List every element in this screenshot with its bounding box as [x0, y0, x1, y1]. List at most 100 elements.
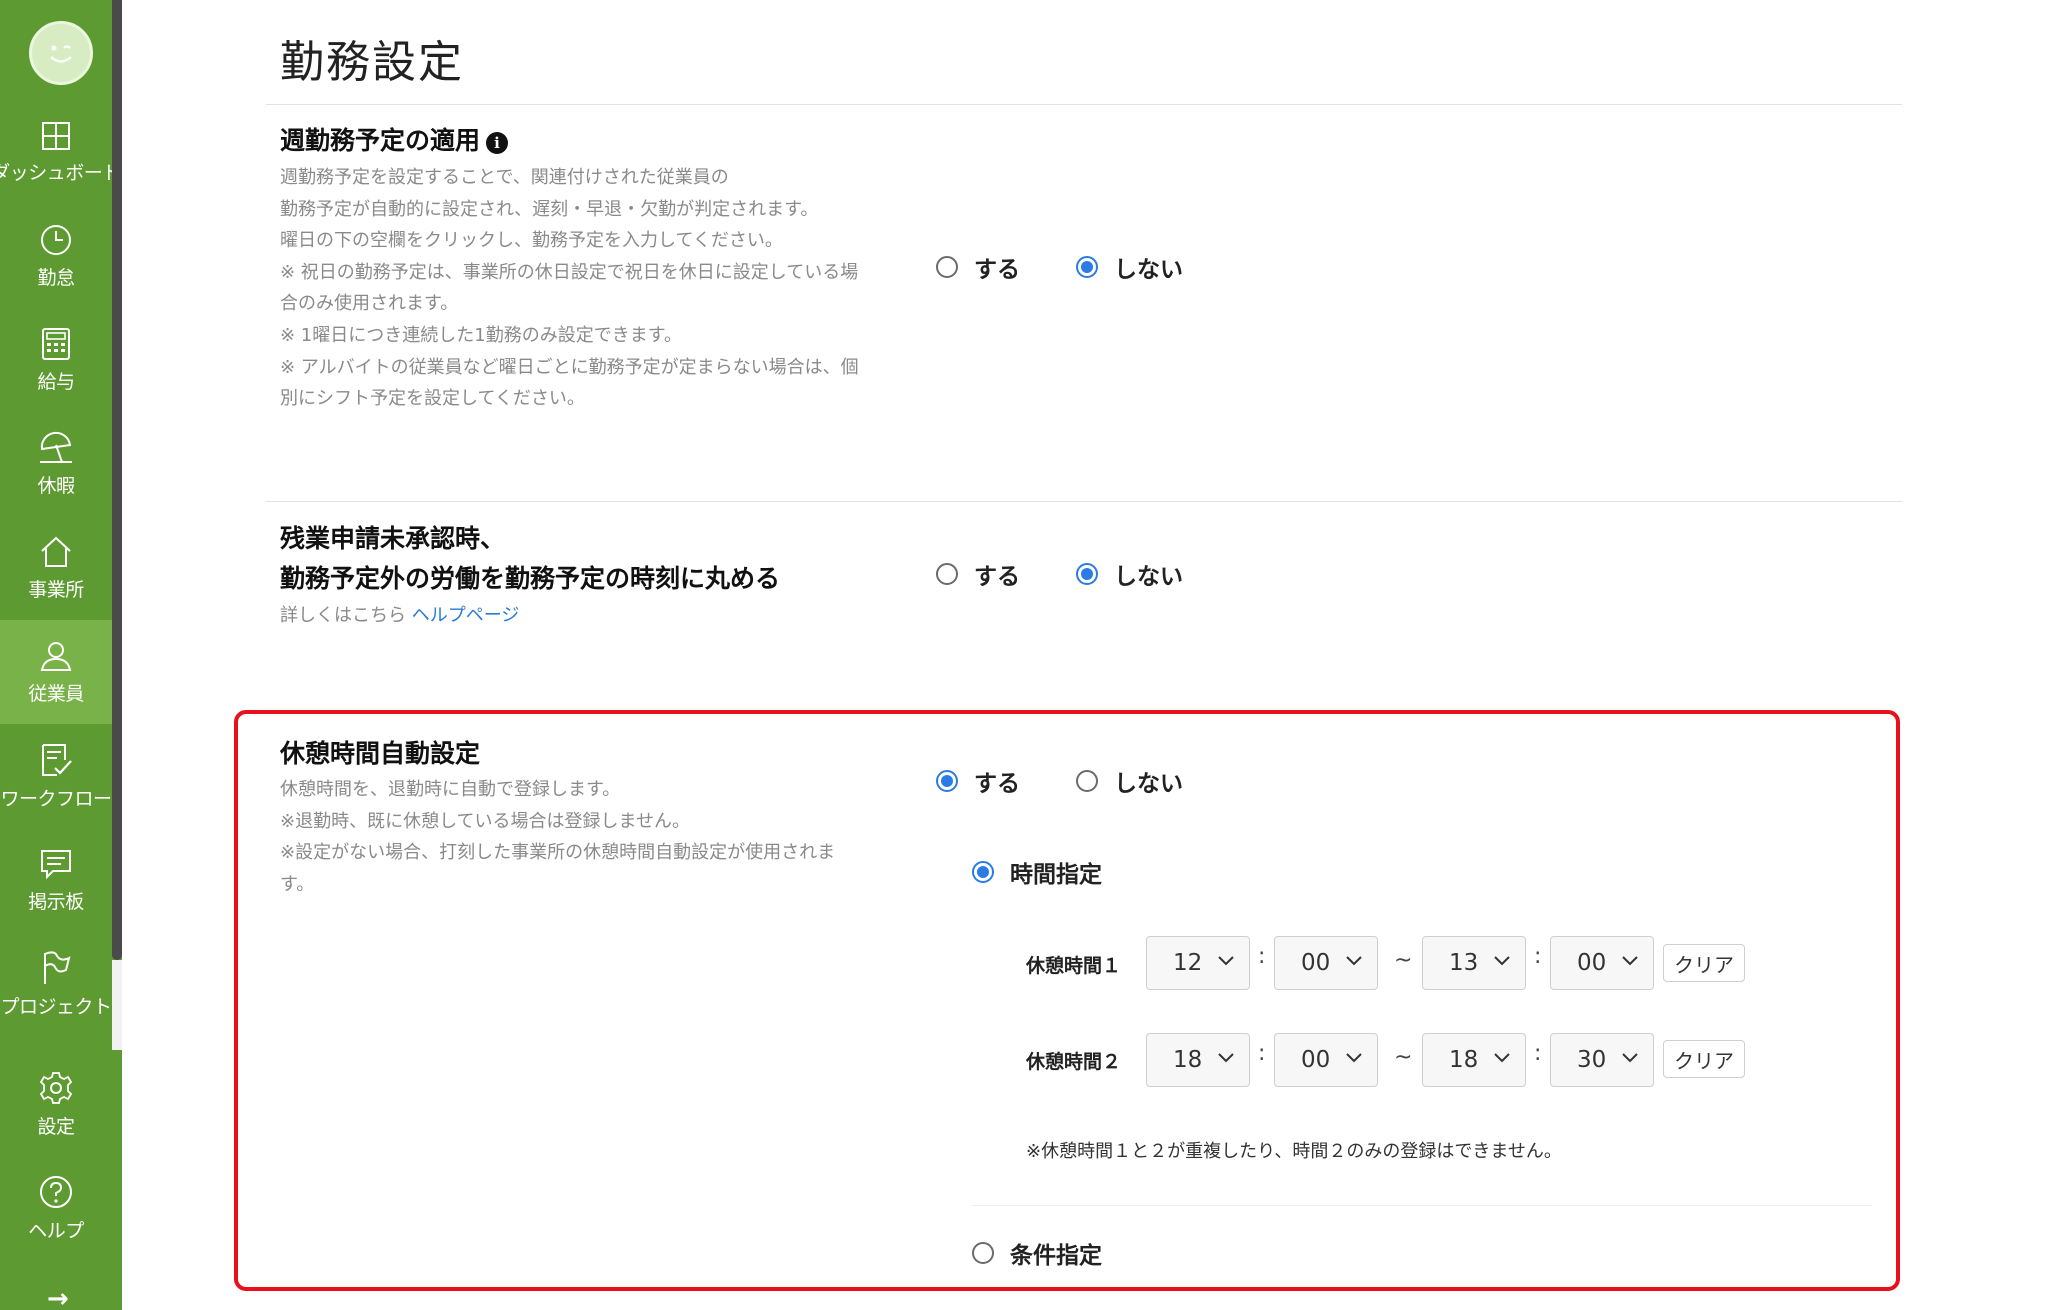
break-2-end-minute-select[interactable]: 30 [1550, 1033, 1654, 1087]
chevron-down-icon [1218, 956, 1234, 966]
radio-label: 時間指定 [1010, 862, 1102, 888]
radio-dot[interactable] [936, 256, 958, 278]
desc-line: ※退勤時、既に休憩している場合は登録しません。 [280, 810, 690, 832]
break-2-start-minute-select[interactable]: 00 [1274, 1033, 1378, 1087]
radio-dot[interactable] [936, 770, 958, 792]
expand-arrow-icon[interactable]: → [47, 1284, 69, 1310]
sidebar-item-attendance[interactable]: 勤怠 [0, 204, 112, 308]
sidebar-item-settings[interactable]: 設定 [0, 1052, 112, 1156]
radio-dot[interactable] [1076, 770, 1098, 792]
break-2-end-hour-select[interactable]: 18 [1422, 1033, 1526, 1087]
radio-dot[interactable] [972, 861, 994, 883]
break-1-clear-button[interactable]: クリア [1663, 944, 1745, 982]
select-value: 12 [1173, 950, 1203, 976]
avatar[interactable] [29, 21, 93, 85]
sidebar-item-label: 勤怠 [37, 266, 75, 289]
select-value: 00 [1577, 950, 1607, 976]
chat-icon [41, 849, 71, 879]
desc-line: す。 [280, 873, 315, 895]
sidebar-item-office[interactable]: 事業所 [0, 516, 112, 620]
radio-label: しない [1114, 771, 1183, 797]
chevron-down-icon [1494, 1053, 1510, 1063]
break-1-label: 休憩時間１ [1026, 955, 1122, 977]
colon-separator: : [1534, 944, 1542, 969]
condition-mode-radio[interactable]: 条件指定 [972, 1236, 1102, 1270]
smiley-icon [50, 45, 72, 63]
colon-separator: : [1258, 944, 1266, 969]
flag-icon [44, 950, 71, 984]
radio-label: しない [1114, 257, 1183, 283]
chevron-down-icon [1218, 1053, 1234, 1063]
select-value: 18 [1449, 1047, 1479, 1073]
break-1-start-hour-select[interactable]: 12 [1146, 936, 1250, 990]
person-icon [40, 641, 72, 671]
sidebar-item-label: プロジェクト [0, 995, 112, 1018]
select-value: 18 [1173, 1047, 1203, 1073]
chevron-down-icon [1494, 956, 1510, 966]
sidebar-item-vacation[interactable]: 休暇 [0, 412, 112, 516]
break-auto-title: 休憩時間自動設定 [280, 739, 481, 768]
break-1-end-hour-select[interactable]: 13 [1422, 936, 1526, 990]
break-2-label: 休憩時間２ [1026, 1051, 1122, 1073]
weekly-schedule-title: 週勤務予定の適用 i [280, 121, 509, 161]
sidebar-item-project[interactable]: プロジェクト [0, 932, 112, 1036]
beach-umbrella-icon [40, 431, 72, 463]
sidebar-item-label: 従業員 [28, 682, 84, 705]
weekly-schedule-description: 週勤務予定を設定することで、関連付けされた従業員の 勤務予定が自動的に設定され、… [280, 162, 920, 415]
desc-line: 勤務予定が自動的に設定され、遅刻・早退・欠勤が判定されます。 [280, 198, 819, 220]
home-icon [41, 536, 71, 567]
weekly-schedule-no-radio[interactable]: しない [1076, 250, 1183, 284]
calculator-icon [42, 327, 70, 360]
overtime-no-radio[interactable]: しない [1076, 557, 1183, 591]
radio-label: する [974, 771, 1020, 797]
break-2-start-hour-select[interactable]: 18 [1146, 1033, 1250, 1087]
radio-dot[interactable] [1076, 563, 1098, 585]
sidebar-scrollbar[interactable] [112, 0, 122, 960]
desc-line: 別にシフト予定を設定してください。 [280, 388, 585, 410]
break-2-clear-button[interactable]: クリア [1663, 1040, 1745, 1078]
gear-icon [39, 1071, 73, 1104]
radio-dot[interactable] [936, 563, 958, 585]
page-title: 勤務設定 [280, 37, 464, 88]
desc-line: ※ 1曜日につき連続した1勤務のみ設定できます。 [280, 324, 682, 346]
chevron-down-icon [1346, 1053, 1362, 1063]
desc-line: 休憩時間を、退勤時に自動で登録します。 [280, 779, 621, 800]
select-value: 30 [1577, 1047, 1607, 1073]
overtime-yes-radio[interactable]: する [936, 557, 1020, 591]
radio-dot[interactable] [972, 1242, 994, 1264]
chevron-down-icon [1622, 956, 1638, 966]
break-1-start-minute-select[interactable]: 00 [1274, 936, 1378, 990]
sidebar-item-board[interactable]: 掲示板 [0, 828, 112, 932]
dashboard-icon [42, 121, 70, 150]
sidebar-item-workflow[interactable]: ワークフロー [0, 724, 112, 828]
sidebar-item-dashboard[interactable]: ダッシュボード [0, 100, 121, 204]
desc-line: ※設定がない場合、打刻した事業所の休憩時間自動設定が使用されま [280, 842, 836, 864]
colon-separator: : [1534, 1041, 1542, 1066]
overtime-description: 詳しくはこちら ヘルプページ [280, 600, 519, 632]
radio-label: する [974, 564, 1020, 590]
sidebar-item-label: ワークフロー [0, 787, 112, 810]
help-icon [40, 1175, 72, 1208]
break-auto-yes-radio[interactable]: する [936, 764, 1020, 798]
break-auto-no-radio[interactable]: しない [1076, 764, 1183, 798]
sidebar-item-employee[interactable]: 従業員 [0, 620, 112, 724]
info-icon[interactable]: i [486, 132, 509, 154]
radio-dot[interactable] [1076, 256, 1098, 278]
divider [972, 1205, 1872, 1206]
tilde-separator: ~ [1394, 948, 1413, 973]
sidebar-item-help[interactable]: ヘルプ [0, 1156, 112, 1260]
divider [266, 501, 1902, 502]
divider [266, 104, 1902, 105]
sidebar-item-payroll[interactable]: 給与 [0, 308, 112, 412]
radio-label: 条件指定 [1010, 1243, 1102, 1269]
sidebar: ダッシュボード 勤怠 給与 休暇 事業所 従業員 ワークフロー 掲示板 プロジェ… [0, 0, 122, 1310]
help-page-link[interactable]: ヘルプページ [412, 605, 520, 626]
break-auto-description: 休憩時間を、退勤時に自動で登録します。 ※退勤時、既に休憩している場合は登録しま… [280, 774, 900, 900]
time-mode-radio[interactable]: 時間指定 [972, 855, 1102, 889]
break-1-end-minute-select[interactable]: 00 [1550, 936, 1654, 990]
tilde-separator: ~ [1394, 1045, 1413, 1070]
overtime-desc-text: 詳しくはこちら [280, 605, 406, 626]
desc-line: 週勤務予定を設定することで、関連付けされた従業員の [280, 167, 729, 188]
select-value: 13 [1449, 950, 1479, 976]
weekly-schedule-yes-radio[interactable]: する [936, 250, 1020, 284]
